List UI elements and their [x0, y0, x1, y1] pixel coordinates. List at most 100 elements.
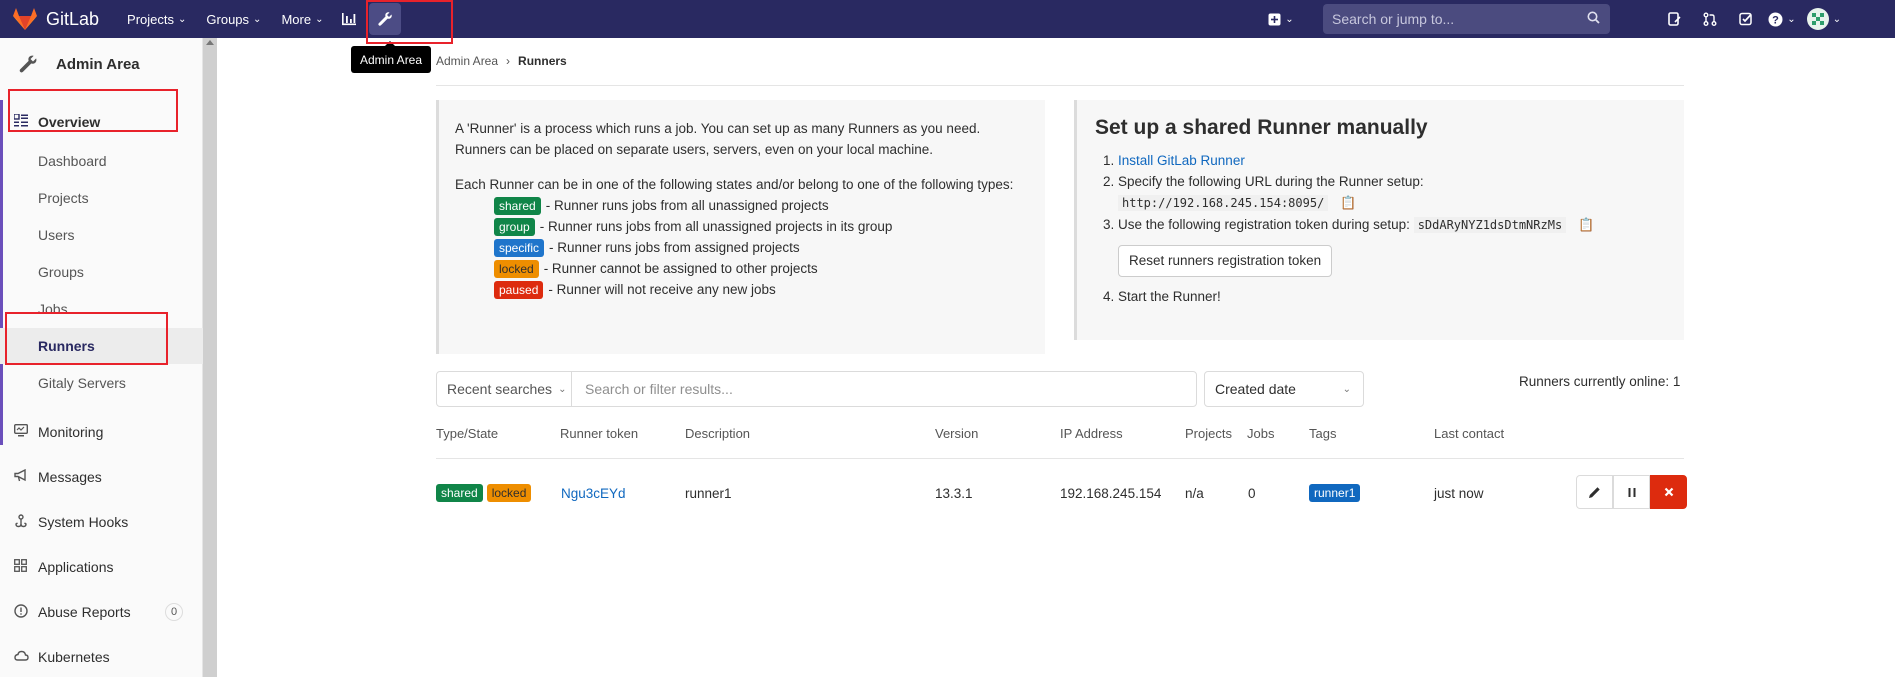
- user-avatar-dropdown[interactable]: ⌄: [1802, 3, 1846, 35]
- warning-circle-icon: [0, 603, 38, 621]
- column-header: Runner token: [560, 426, 639, 441]
- runner-token-cell: Ngu3cEYd: [561, 484, 626, 502]
- sidebar-item-kubernetes[interactable]: Kubernetes: [0, 639, 203, 675]
- pause-icon: [1628, 487, 1635, 497]
- runners-info-panel: A 'Runner' is a process which runs a job…: [436, 100, 1045, 354]
- breadcrumb-runners[interactable]: Runners: [518, 54, 567, 68]
- admin-area-button[interactable]: [369, 3, 402, 35]
- copy-token-icon[interactable]: 📋: [1578, 214, 1594, 235]
- runner-version: 13.3.1: [935, 485, 973, 501]
- runner-tags: runner1: [1309, 484, 1365, 502]
- help-dropdown[interactable]: ? ⌄: [1766, 3, 1798, 35]
- copy-url-icon[interactable]: 📋: [1340, 192, 1356, 213]
- state-description: - Runner will not receive any new jobs: [548, 282, 776, 297]
- admin-area-tooltip: Admin Area: [351, 41, 432, 73]
- pause-runner-button[interactable]: [1613, 475, 1650, 509]
- list-item: locked - Runner cannot be assigned to oth…: [494, 258, 1029, 279]
- table-header-divider: [436, 458, 1684, 459]
- install-runner-link[interactable]: Install GitLab Runner: [1118, 153, 1245, 168]
- global-search-input[interactable]: Search or jump to...: [1323, 4, 1610, 34]
- sidebar-item-abuse-reports[interactable]: Abuse Reports 0: [0, 594, 203, 630]
- chevron-right-icon: ›: [506, 54, 511, 68]
- projects-menu-label: Projects: [127, 11, 175, 27]
- create-new-dropdown[interactable]: ⌄: [1265, 3, 1297, 35]
- filter-search-input[interactable]: Search or filter results...: [572, 372, 1196, 406]
- column-header: IP Address: [1060, 426, 1123, 441]
- column-header: Description: [685, 426, 751, 441]
- bar-chart-icon: [342, 13, 357, 26]
- sidebar-item-users[interactable]: Users: [0, 217, 203, 253]
- remove-runner-button[interactable]: [1650, 475, 1687, 509]
- tag-badge: runner1: [1309, 484, 1361, 502]
- sidebar-item-label: Applications: [38, 559, 114, 575]
- edit-runner-button[interactable]: [1576, 475, 1613, 509]
- avatar: [1806, 8, 1829, 30]
- sidebar-title: Admin Area: [56, 55, 140, 73]
- navbar-right-actions: ? ⌄ ⌄: [1658, 3, 1846, 35]
- sidebar-item-label: Monitoring: [38, 424, 104, 440]
- recent-searches-dropdown[interactable]: Recent searches ⌄: [437, 372, 572, 406]
- monitor-icon: [0, 423, 38, 440]
- activity-chart-button[interactable]: [333, 3, 365, 35]
- sidebar-item-label: Groups: [38, 264, 84, 280]
- scroll-up-arrow-icon[interactable]: [206, 40, 214, 45]
- column-header: Tags: [1309, 426, 1337, 441]
- sidebar-item-gitaly-servers[interactable]: Gitaly Servers: [0, 365, 203, 401]
- sidebar-header[interactable]: Admin Area: [0, 38, 202, 90]
- runner-token-link[interactable]: Ngu3cEYd: [561, 486, 626, 501]
- projects-menu[interactable]: Projects ⌄: [127, 12, 186, 27]
- locked-badge: locked: [494, 259, 539, 278]
- sidebar-item-messages[interactable]: Messages: [0, 459, 203, 495]
- wrench-icon: [378, 12, 393, 26]
- sort-dropdown[interactable]: Created date ⌄: [1204, 371, 1364, 407]
- pencil-icon: [1589, 486, 1600, 498]
- breadcrumb: Admin Area › Runners: [436, 54, 567, 68]
- sidebar-item-monitoring[interactable]: Monitoring: [0, 414, 203, 450]
- setup-step-2-text: Specify the following URL during the Run…: [1118, 174, 1424, 189]
- groups-menu[interactable]: Groups ⌄: [206, 12, 261, 27]
- runner-state-badges: shared locked: [436, 484, 536, 502]
- list-item: specific - Runner runs jobs from assigned…: [494, 237, 1029, 258]
- todo-check-icon[interactable]: [1730, 3, 1762, 35]
- sidebar-item-overview[interactable]: Overview: [0, 104, 203, 140]
- question-circle-icon: ?: [1768, 12, 1783, 26]
- gitlab-logo[interactable]: GitLab: [12, 0, 99, 38]
- breadcrumb-admin-area[interactable]: Admin Area: [436, 54, 498, 68]
- sidebar-item-runners[interactable]: Runners: [0, 328, 203, 364]
- breadcrumb-divider: [436, 85, 1684, 86]
- sidebar-item-jobs[interactable]: Jobs: [0, 291, 203, 327]
- search-placeholder: Search or jump to...: [1332, 11, 1455, 27]
- runner-states-list: shared - Runner runs jobs from all unassi…: [494, 195, 1029, 300]
- setup-step-4: Start the Runner!: [1118, 286, 1666, 307]
- runner-intro-text: A 'Runner' is a process which runs a job…: [455, 121, 981, 157]
- sidebar-item-label: Users: [38, 227, 75, 243]
- column-header: Type/State: [436, 426, 499, 441]
- sidebar-scrollbar[interactable]: [203, 38, 217, 677]
- sidebar-item-label: Overview: [38, 114, 101, 130]
- setup-step-2: Specify the following URL during the Run…: [1118, 171, 1666, 214]
- merge-request-icon[interactable]: [1694, 3, 1726, 35]
- specific-badge: specific: [494, 238, 545, 257]
- column-header: Jobs: [1247, 426, 1275, 441]
- setup-title: Set up a shared Runner manually: [1095, 116, 1428, 139]
- chevron-down-icon: ⌄: [1342, 384, 1351, 395]
- shared-runner-setup-panel: Set up a shared Runner manually Install …: [1074, 100, 1684, 340]
- setup-step-3-text: Use the following registration token dur…: [1118, 217, 1410, 232]
- issues-icon[interactable]: [1658, 3, 1690, 35]
- sidebar-item-dashboard[interactable]: Dashboard: [0, 143, 203, 179]
- column-header: Last contact: [1434, 426, 1505, 441]
- sidebar-item-applications[interactable]: Applications: [0, 549, 203, 585]
- sidebar-item-system-hooks[interactable]: System Hooks: [0, 504, 203, 540]
- groups-menu-label: Groups: [206, 11, 250, 27]
- chevron-down-icon: ⌄: [178, 13, 187, 25]
- sidebar-item-groups[interactable]: Groups: [0, 254, 203, 290]
- bullhorn-icon: [0, 468, 38, 485]
- abuse-reports-count-badge: 0: [165, 603, 183, 621]
- more-menu[interactable]: More ⌄: [281, 12, 323, 27]
- list-item: paused - Runner will not receive any new …: [494, 279, 1029, 300]
- sidebar-item-projects[interactable]: Projects: [0, 180, 203, 216]
- reset-token-button[interactable]: Reset runners registration token: [1118, 245, 1333, 277]
- runner-url-code: http://192.168.245.154:8095/: [1118, 195, 1329, 211]
- sidebar: Admin Area Overview Dashboard Projects U…: [0, 38, 203, 677]
- state-description: - Runner runs jobs from assigned project…: [549, 240, 800, 255]
